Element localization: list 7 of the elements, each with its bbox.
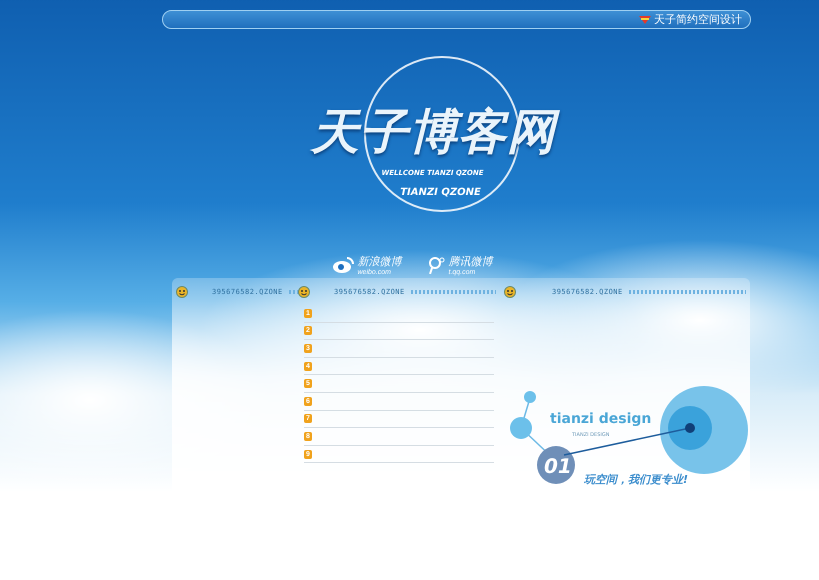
design-slogan: 玩空间，我们更专业!: [584, 473, 688, 486]
social-name: 新浪微博: [358, 254, 402, 268]
design-logo: tianzi design: [550, 411, 652, 427]
design-link[interactable]: 天子简约空间设计: [639, 12, 742, 27]
design-number: 01: [544, 454, 572, 478]
tagline: TIANZI QZONE: [400, 187, 481, 198]
social-name: 腾讯微博: [448, 255, 492, 269]
